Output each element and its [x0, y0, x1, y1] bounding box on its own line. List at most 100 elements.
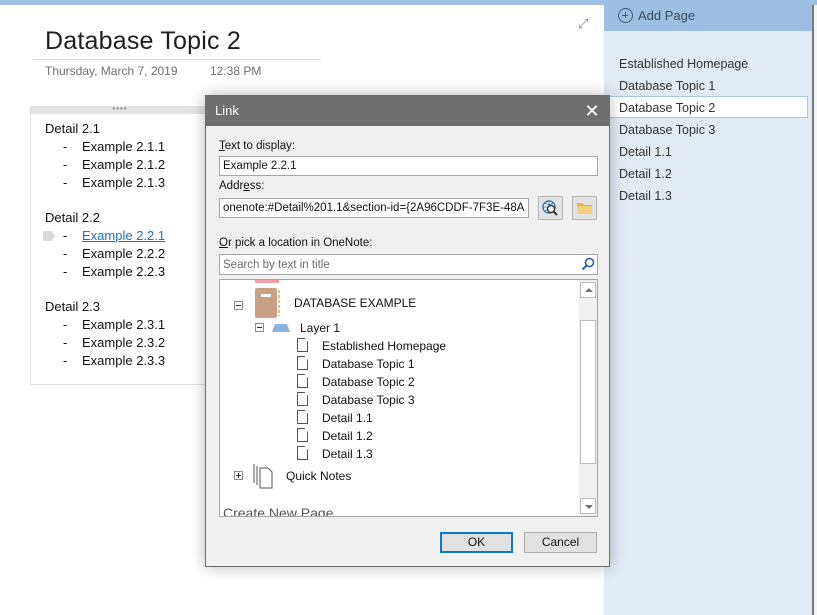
cancel-button[interactable]: Cancel [524, 532, 597, 553]
expand-arrows-icon[interactable]: ⤢ [578, 17, 592, 31]
hyperlink-text[interactable]: Example 2.2.1 [82, 227, 165, 245]
bullet-dash: - [63, 335, 68, 350]
scroll-up-button[interactable] [580, 282, 596, 298]
pick-location-label: Or pick a location in OneNote: [219, 237, 372, 249]
page-icon [297, 446, 308, 460]
create-new-page-label[interactable]: Create New Page [223, 505, 334, 516]
collapse-section-toggle[interactable] [255, 323, 264, 332]
tree-quick-notes[interactable]: Quick Notes [286, 467, 351, 485]
arrow-up-icon [585, 288, 593, 292]
paragraph-handle-icon[interactable] [43, 231, 55, 241]
note-container-handle[interactable]: •••• [31, 105, 209, 114]
note-list-item[interactable]: - Example 2.1.3 [45, 174, 165, 192]
browse-file-button[interactable] [572, 196, 597, 220]
note-group: Detail 2.1 - Example 2.1.1 - Example 2.1… [45, 120, 165, 192]
add-page-label: Add Page [638, 8, 696, 23]
page-icon [297, 338, 308, 352]
collapse-notebook-toggle[interactable] [234, 301, 243, 310]
note-list-item[interactable]: - Example 2.2.3 [45, 263, 165, 281]
bullet-dash: - [63, 175, 68, 190]
page-tab[interactable]: Database Topic 1 [604, 74, 808, 96]
tree-page[interactable]: Established Homepage [322, 337, 446, 355]
note-list-item[interactable]: - Example 2.3.2 [45, 334, 165, 352]
section-tab-icon [272, 324, 290, 332]
note-heading[interactable]: Detail 2.1 [45, 120, 100, 138]
scroll-down-button[interactable] [580, 498, 596, 514]
bullet-dash: - [63, 246, 68, 261]
browse-web-button[interactable] [538, 196, 563, 220]
note-item-text[interactable]: Example 2.3.1 [82, 316, 165, 334]
dialog-title-bar[interactable]: Link ✕ [206, 96, 609, 126]
page-icon [297, 428, 308, 442]
note-item-text[interactable]: Example 2.2.2 [82, 245, 165, 263]
tree-page[interactable]: Detail 1.2 [322, 427, 373, 445]
note-group: Detail 2.2 - Example 2.2.1 - Example 2.2… [43, 209, 165, 281]
browse-web-icon [542, 200, 558, 216]
page-icon [297, 374, 308, 388]
link-dialog: Link ✕ Text to display: Address: Or pick… [205, 95, 610, 567]
plus-circle-icon [618, 8, 633, 23]
note-item-text[interactable]: Example 2.2.3 [82, 263, 165, 281]
tree-notebook[interactable]: DATABASE EXAMPLE [294, 294, 416, 312]
add-page-button[interactable]: Add Page [618, 8, 695, 23]
bullet-dash: - [63, 139, 68, 154]
page-icon [297, 356, 308, 370]
arrow-down-icon [585, 505, 593, 509]
tree-page[interactable]: Database Topic 2 [322, 373, 415, 391]
text-to-display-input[interactable] [219, 156, 598, 176]
close-icon[interactable]: ✕ [581, 100, 603, 122]
address-label: Address: [219, 180, 264, 192]
page-tab-selected[interactable]: Database Topic 2 [604, 96, 808, 118]
note-container[interactable]: •••• Detail 2.1 - Example 2.1.1 - Exampl… [30, 105, 210, 385]
note-list-item-selected[interactable]: - Example 2.2.1 [43, 227, 165, 245]
onenote-window: Database Topic 2 Thursday, March 7, 2019… [0, 0, 817, 615]
page-tab[interactable]: Established Homepage [604, 52, 808, 74]
tree-scrollbar[interactable] [579, 280, 597, 516]
title-divider [33, 59, 321, 60]
bullet-dash: - [63, 157, 68, 172]
tree-section[interactable]: Layer 1 [300, 319, 340, 337]
note-item-text[interactable]: Example 2.3.3 [82, 352, 165, 370]
pages-pane: Add Page Established Homepage Database T… [604, 5, 812, 615]
quick-notes-icon [253, 464, 273, 489]
address-input[interactable] [219, 198, 529, 218]
note-item-text[interactable]: Example 2.1.1 [82, 138, 165, 156]
note-item-text[interactable]: Example 2.1.3 [82, 174, 165, 192]
bullet-dash: - [63, 317, 68, 332]
note-group: Detail 2.3 - Example 2.3.1 - Example 2.3… [45, 298, 165, 370]
page-date: Thursday, March 7, 2019 [45, 64, 178, 78]
page-icon [297, 392, 308, 406]
note-list-item[interactable]: - Example 2.1.1 [45, 138, 165, 156]
ok-button[interactable]: OK [440, 532, 513, 553]
bullet-dash: - [63, 228, 68, 243]
page-list: Established Homepage Database Topic 1 Da… [604, 52, 812, 206]
search-icon[interactable] [581, 257, 595, 271]
tree-page[interactable]: Database Topic 3 [322, 391, 415, 409]
page-tab[interactable]: Detail 1.1 [604, 140, 808, 162]
dialog-title: Link [215, 103, 239, 118]
note-list-item[interactable]: - Example 2.3.1 [45, 316, 165, 334]
bullet-dash: - [63, 353, 68, 368]
tree-page[interactable]: Database Topic 1 [322, 355, 415, 373]
page-tab[interactable]: Detail 1.2 [604, 162, 808, 184]
note-list-item[interactable]: - Example 2.2.2 [45, 245, 165, 263]
location-tree[interactable]: DATABASE EXAMPLE Layer 1 Established Hom… [219, 279, 598, 517]
note-item-text[interactable]: Example 2.3.2 [82, 334, 165, 352]
note-heading[interactable]: Detail 2.2 [45, 209, 100, 227]
tree-page[interactable]: Detail 1.3 [322, 445, 373, 463]
page-tab[interactable]: Database Topic 3 [604, 118, 808, 140]
note-item-text[interactable]: Example 2.1.2 [82, 156, 165, 174]
note-list-item[interactable]: - Example 2.3.3 [45, 352, 165, 370]
scroll-thumb[interactable] [580, 320, 596, 464]
note-list-item[interactable]: - Example 2.1.2 [45, 156, 165, 174]
search-input[interactable] [219, 254, 598, 275]
note-heading[interactable]: Detail 2.3 [45, 298, 100, 316]
text-to-display-label: Text to display: [219, 140, 295, 152]
access-key: O [219, 237, 228, 249]
page-title[interactable]: Database Topic 2 [45, 27, 241, 56]
page-icon [297, 410, 308, 424]
tree-page[interactable]: Detail 1.1 [322, 409, 373, 427]
expand-quick-notes-toggle[interactable] [234, 471, 243, 480]
page-tab[interactable]: Detail 1.3 [604, 184, 808, 206]
label-text: r pick a location in OneNote: [227, 237, 373, 249]
